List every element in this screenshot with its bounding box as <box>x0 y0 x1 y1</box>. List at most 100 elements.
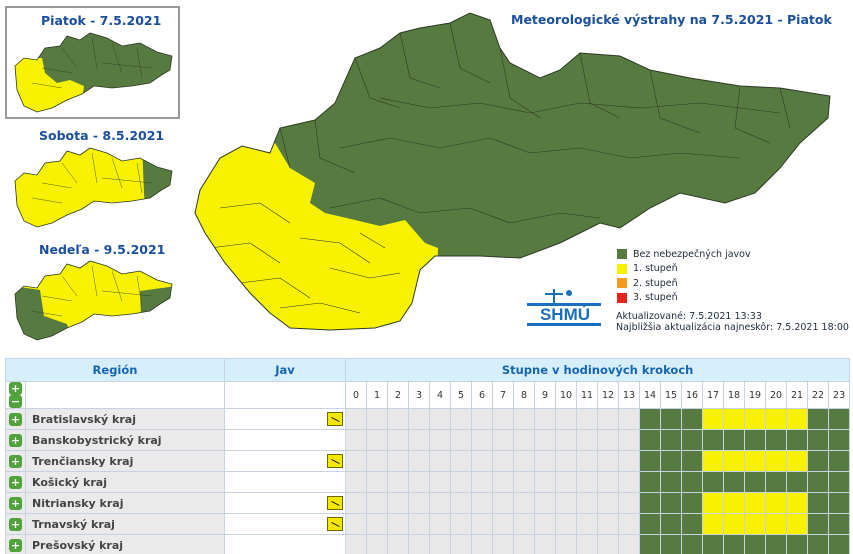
hour-level-cell <box>513 534 536 554</box>
wind-warning-icon[interactable] <box>327 496 344 510</box>
hour-header: 17 <box>702 381 725 409</box>
hour-header: 3 <box>408 381 431 409</box>
hour-header: 19 <box>744 381 767 409</box>
hour-level-cell <box>597 492 620 514</box>
legend-swatch <box>617 249 627 260</box>
plus-icon[interactable]: + <box>9 496 22 510</box>
plus-icon[interactable]: + <box>9 412 22 426</box>
hour-level-cell <box>534 408 557 430</box>
day-2-map[interactable] <box>12 143 177 228</box>
expand-collapse-all[interactable]: +− <box>5 381 26 409</box>
hour-header: 11 <box>576 381 599 409</box>
table-header: Región Jav Stupne v hodinových krokoch <box>4 358 851 382</box>
day-2-title[interactable]: Sobota - 8.5.2021 <box>39 128 164 143</box>
hour-level-cell <box>345 492 368 514</box>
hour-level-cell <box>786 450 809 472</box>
region-name[interactable]: Nitriansky kraj <box>24 492 226 514</box>
region-name[interactable]: Bratislavský kraj <box>24 408 226 430</box>
table-row: + Nitriansky kraj <box>5 492 851 514</box>
hour-level-cell <box>429 450 452 472</box>
hour-level-cell <box>408 492 431 514</box>
hour-level-cell <box>576 408 599 430</box>
day-3-title[interactable]: Nedeľa - 9.5.2021 <box>39 242 165 257</box>
hour-level-cell <box>618 513 641 535</box>
hour-level-cell <box>492 408 515 430</box>
hour-level-cell <box>744 513 767 535</box>
hour-level-cell <box>681 513 704 535</box>
hour-level-cell <box>702 513 725 535</box>
table-row: + Trnavský kraj <box>5 513 851 535</box>
plus-icon[interactable]: + <box>9 433 22 447</box>
hour-level-cell <box>681 429 704 451</box>
hour-level-cell <box>597 429 620 451</box>
expand-all-icon[interactable]: + <box>9 382 22 395</box>
hour-level-cell <box>471 471 494 493</box>
legend-item: 3. stupeň <box>617 291 751 306</box>
hour-level-cell <box>450 408 473 430</box>
hour-level-cell <box>807 408 830 430</box>
update-info: Aktualizované: 7.5.2021 13:33 Najbližšia… <box>616 311 849 333</box>
hour-level-cell <box>492 534 515 554</box>
day-3-map[interactable] <box>12 256 177 341</box>
jav-cell <box>224 408 347 430</box>
hour-level-cell <box>786 492 809 514</box>
hour-level-cell <box>765 429 788 451</box>
jav-cell <box>224 429 347 451</box>
hour-level-cell <box>492 429 515 451</box>
hour-level-cell <box>807 471 830 493</box>
day-1-title[interactable]: Piatok - 7.5.2021 <box>41 13 161 28</box>
hour-level-cell <box>345 471 368 493</box>
hour-level-cell <box>366 492 389 514</box>
hour-level-cell <box>366 471 389 493</box>
expand-region-button[interactable]: + <box>5 513 26 535</box>
jav-cell <box>224 492 347 514</box>
hour-level-cell <box>408 450 431 472</box>
hour-level-cell <box>828 492 851 514</box>
region-name[interactable]: Prešovský kraj <box>24 534 226 554</box>
region-name[interactable]: Košický kraj <box>24 471 226 493</box>
wind-warning-icon[interactable] <box>327 517 344 531</box>
hour-level-cell <box>408 408 431 430</box>
hour-level-cell <box>387 534 410 554</box>
hour-level-cell <box>555 408 578 430</box>
hour-level-cell <box>828 450 851 472</box>
region-name[interactable]: Trenčiansky kraj <box>24 450 226 472</box>
legend-item: 2. stupeň <box>617 276 751 291</box>
hour-level-cell <box>618 408 641 430</box>
hour-level-cell <box>492 492 515 514</box>
expand-region-button[interactable]: + <box>5 534 26 554</box>
hour-level-cell <box>345 408 368 430</box>
expand-region-button[interactable]: + <box>5 450 26 472</box>
hours-row: +− 0 1 2 3 4 5 6 7 8 9 10 11 12 13 14 15 16 17 18 19 20 21 22 2… <box>5 381 851 409</box>
expand-region-button[interactable]: + <box>5 429 26 451</box>
hour-level-cell <box>786 534 809 554</box>
region-name[interactable]: Trnavský kraj <box>24 513 226 535</box>
hour-level-cell <box>681 534 704 554</box>
wind-warning-icon[interactable] <box>327 454 344 468</box>
hour-level-cell <box>597 450 620 472</box>
legend-item: 1. stupeň <box>617 262 751 277</box>
plus-icon[interactable]: + <box>9 517 22 531</box>
collapse-all-icon[interactable]: − <box>9 395 22 408</box>
hour-level-cell <box>618 429 641 451</box>
hour-level-cell <box>702 534 725 554</box>
plus-icon[interactable]: + <box>9 538 22 552</box>
hour-level-cell <box>408 513 431 535</box>
hour-level-cell <box>807 534 830 554</box>
plus-icon[interactable]: + <box>9 475 22 489</box>
hour-level-cell <box>387 513 410 535</box>
expand-region-button[interactable]: + <box>5 408 26 430</box>
wind-warning-icon[interactable] <box>327 412 344 426</box>
day-1-map[interactable] <box>12 28 177 113</box>
plus-icon[interactable]: + <box>9 454 22 468</box>
region-name[interactable]: Banskobystrický kraj <box>24 429 226 451</box>
hour-level-cell <box>513 429 536 451</box>
hour-level-cell <box>786 513 809 535</box>
hour-header: 6 <box>471 381 494 409</box>
hour-level-cell <box>681 471 704 493</box>
expand-region-button[interactable]: + <box>5 471 26 493</box>
hour-level-cell <box>429 408 452 430</box>
expand-region-button[interactable]: + <box>5 492 26 514</box>
hour-level-cell <box>639 534 662 554</box>
hour-level-cell <box>660 492 683 514</box>
